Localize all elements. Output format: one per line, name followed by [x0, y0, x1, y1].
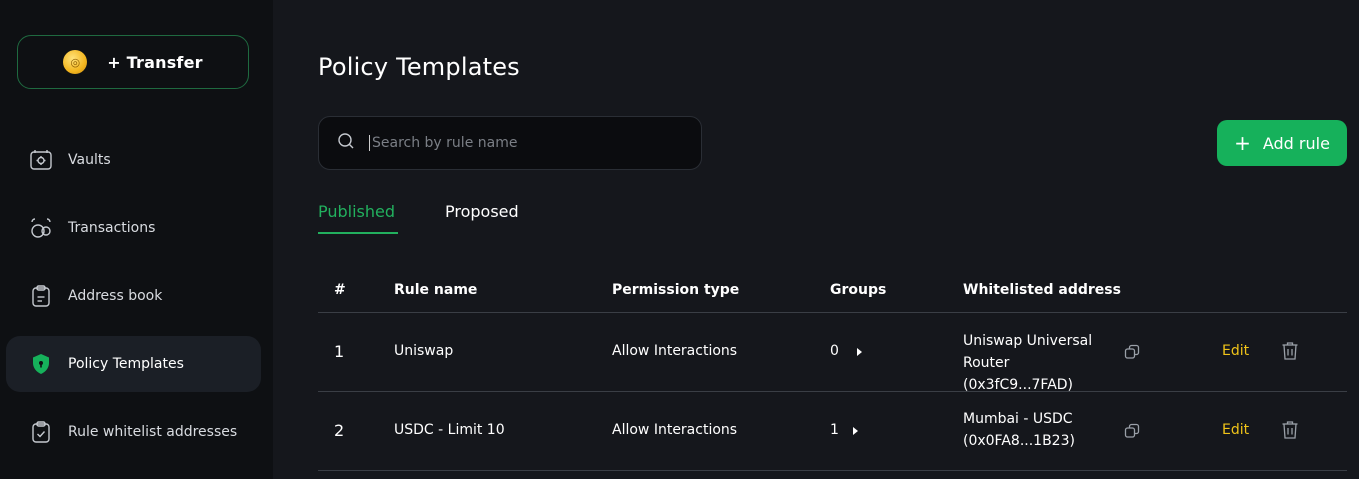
sidebar-item-vaults[interactable]: Vaults [6, 132, 261, 188]
sidebar-item-rule-whitelist-addresses[interactable]: Rule whitelist addresses [6, 404, 261, 460]
whitelisted-address: Mumbai - USDC (0x0FA8...1B23) [963, 411, 1075, 449]
copy-icon[interactable] [1124, 423, 1140, 439]
shield-icon [28, 351, 54, 377]
transfer-button-label: + Transfer [107, 52, 203, 72]
copy-icon[interactable] [1124, 344, 1140, 360]
permission-type: Allow Interactions [612, 422, 738, 438]
column-header-permission-type: Permission type [612, 282, 740, 298]
trash-icon[interactable] [1281, 341, 1301, 361]
expand-groups-caret-icon[interactable] [853, 427, 858, 435]
tab-published[interactable]: Published [318, 202, 395, 221]
search-icon [337, 132, 355, 154]
sidebar-item-policy-templates[interactable]: Policy Templates [6, 336, 261, 392]
coin-icon: ◎ [63, 50, 88, 74]
table-divider [318, 312, 1347, 313]
groups-count: 0 [830, 343, 839, 359]
transactions-icon [28, 215, 54, 241]
edit-rule-link[interactable]: Edit [1222, 422, 1249, 438]
groups-count: 1 [830, 422, 839, 438]
sidebar-item-label: Vaults [68, 152, 111, 168]
column-header-rule-name: Rule name [394, 282, 478, 298]
sidebar-item-label: Policy Templates [68, 356, 184, 372]
sidebar-item-transactions[interactable]: Transactions [6, 200, 261, 256]
sidebar-item-label: Rule whitelist addresses [68, 424, 238, 440]
sidebar: ◎ + Transfer Vaults Transactions Address… [0, 0, 273, 479]
sidebar-item-label: Transactions [68, 220, 156, 236]
table-divider [318, 391, 1347, 392]
edit-rule-link[interactable]: Edit [1222, 343, 1249, 359]
active-tab-indicator [318, 232, 398, 234]
clipboard-icon [28, 283, 54, 309]
tab-proposed[interactable]: Proposed [445, 202, 519, 221]
add-rule-label: Add rule [1262, 133, 1330, 153]
table-divider [318, 470, 1347, 471]
page-title: Policy Templates [318, 53, 520, 81]
sidebar-item-label: Address book [68, 288, 163, 304]
column-header-whitelisted-address: Whitelisted address [963, 282, 1121, 298]
column-header-groups: Groups [830, 282, 887, 298]
sidebar-item-address-book[interactable]: Address book [6, 268, 261, 324]
row-number: 1 [334, 342, 345, 361]
rule-name: Uniswap [394, 343, 454, 359]
column-header-number: # [334, 282, 346, 298]
search-box[interactable] [318, 116, 702, 170]
rule-name: USDC - Limit 10 [394, 422, 505, 438]
trash-icon[interactable] [1281, 420, 1301, 440]
vault-icon [28, 147, 54, 173]
transfer-button[interactable]: ◎ + Transfer [17, 35, 249, 89]
expand-groups-caret-icon[interactable] [857, 348, 862, 356]
search-input[interactable] [369, 135, 669, 151]
whitelisted-address: Uniswap Universal Router (0x3fC9...7FAD) [963, 333, 1093, 393]
clipboard-check-icon [28, 419, 54, 445]
add-rule-button[interactable]: + Add rule [1217, 120, 1347, 166]
permission-type: Allow Interactions [612, 343, 738, 359]
row-number: 2 [334, 421, 345, 440]
plus-icon: + [1234, 131, 1251, 155]
